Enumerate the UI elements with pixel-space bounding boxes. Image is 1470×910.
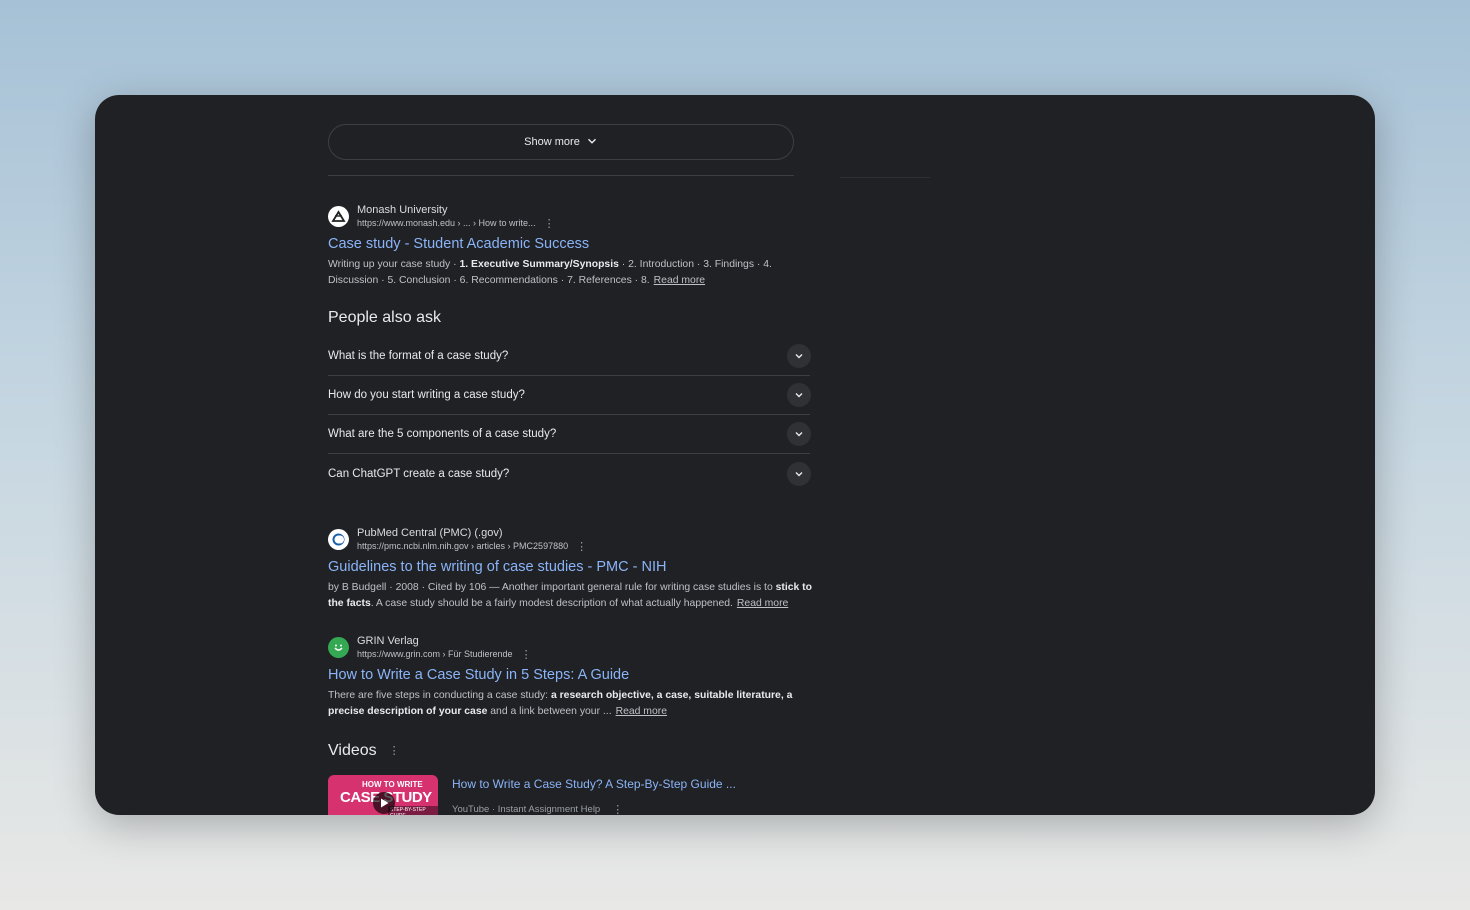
people-also-ask-heading: People also ask [328,309,441,326]
paa-question-text: Can ChatGPT create a case study? [328,467,510,480]
thumbnail-text: STEP-BY-STEP GUIDE [388,806,438,815]
chevron-down-icon[interactable] [787,344,811,368]
divider [328,175,794,176]
play-icon[interactable] [373,792,395,814]
paa-question-text: What is the format of a case study? [328,350,509,362]
snippet-text: by B Budgell · 2008 · Cited by 106 — Ano… [328,582,776,593]
read-more-link[interactable]: Read more [616,706,667,717]
video-meta: YouTube · Instant Assignment Help [452,804,601,815]
search-result: Monash University https://www.monash.edu… [328,203,813,289]
paa-question[interactable]: What are the 5 components of a case stud… [328,415,811,454]
result-title-link[interactable]: How to Write a Case Study in 5 Steps: A … [328,665,813,685]
chevron-down-icon[interactable] [787,422,811,446]
grin-logo-icon [328,637,349,658]
read-more-link[interactable]: Read more [654,275,705,286]
divider [840,177,930,178]
paa-question[interactable]: What is the format of a case study? [328,337,811,376]
source-name: GRIN Verlag [357,635,419,647]
search-result: GRIN Verlag https://www.grin.com › Für S… [328,634,813,720]
source-name: Monash University [357,204,448,216]
result-title-link[interactable]: Case study - Student Academic Success [328,234,813,254]
result-snippet: by B Budgell · 2008 · Cited by 106 — Ano… [328,580,813,612]
chevron-down-icon[interactable] [787,383,811,407]
show-more-label: Show more [524,136,580,148]
source-url: https://pmc.ncbi.nlm.nih.gov › articles … [357,541,569,551]
snippet-text: . A case study should be a fairly modest… [370,598,733,609]
people-also-ask-list: What is the format of a case study? How … [328,337,811,493]
source-url: https://www.monash.edu › ... › How to wr… [357,218,536,228]
more-options-icon[interactable]: ⋮ [612,804,623,815]
source-name: PubMed Central (PMC) (.gov) [357,527,503,539]
more-options-icon[interactable]: ⋮ [389,746,400,757]
show-more-button[interactable]: Show more [328,124,794,160]
pmc-logo-icon [328,529,349,550]
paa-question-text: How do you start writing a case study? [328,389,525,401]
videos-heading: Videos [328,742,377,759]
thumbnail-text: HOW TO WRITE [362,780,423,789]
snippet-bold: 1. Executive Summary/Synopsis [459,259,619,270]
search-result: PubMed Central (PMC) (.gov) https://pmc.… [328,526,813,612]
read-more-link[interactable]: Read more [737,598,788,609]
video-title-link[interactable]: How to Write a Case Study? A Step-By-Ste… [452,777,736,791]
snippet-text: There are five steps in conducting a cas… [328,690,551,701]
source-url: https://www.grin.com › Für Studierende [357,649,513,659]
result-title-link[interactable]: Guidelines to the writing of case studie… [328,557,813,577]
result-snippet: There are five steps in conducting a cas… [328,688,813,720]
chevron-down-icon[interactable] [787,461,811,486]
snippet-text: and a link between your ... [487,706,612,717]
paa-question[interactable]: Can ChatGPT create a case study? [328,454,811,493]
result-snippet: Writing up your case study · 1. Executiv… [328,257,813,289]
videos-header: Videos ⋮ [328,742,400,760]
video-item[interactable]: HOW TO WRITE CASE STUDY STEP-BY-STEP GUI… [328,775,736,815]
paa-question[interactable]: How do you start writing a case study? [328,376,811,415]
more-options-icon[interactable]: ⋮ [544,218,555,229]
monash-logo-icon [328,206,349,227]
more-options-icon[interactable]: ⋮ [576,541,587,552]
paa-question-text: What are the 5 components of a case stud… [328,428,557,440]
video-thumbnail[interactable]: HOW TO WRITE CASE STUDY STEP-BY-STEP GUI… [328,775,438,815]
snippet-text: Writing up your case study · [328,259,460,270]
more-options-icon[interactable]: ⋮ [521,649,532,660]
browser-window: Show more Monash University https://www.… [95,95,1375,815]
chevron-down-icon [586,135,598,150]
